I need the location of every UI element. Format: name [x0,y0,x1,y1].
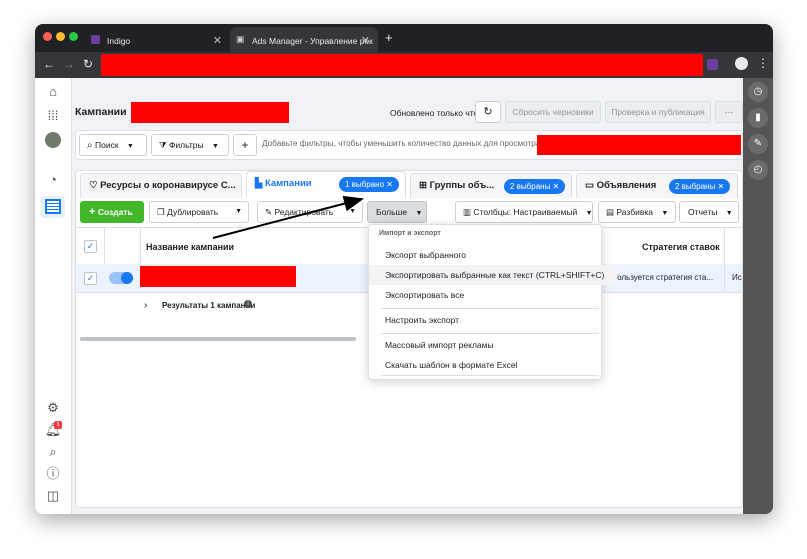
annotation-arrow [212,195,364,239]
